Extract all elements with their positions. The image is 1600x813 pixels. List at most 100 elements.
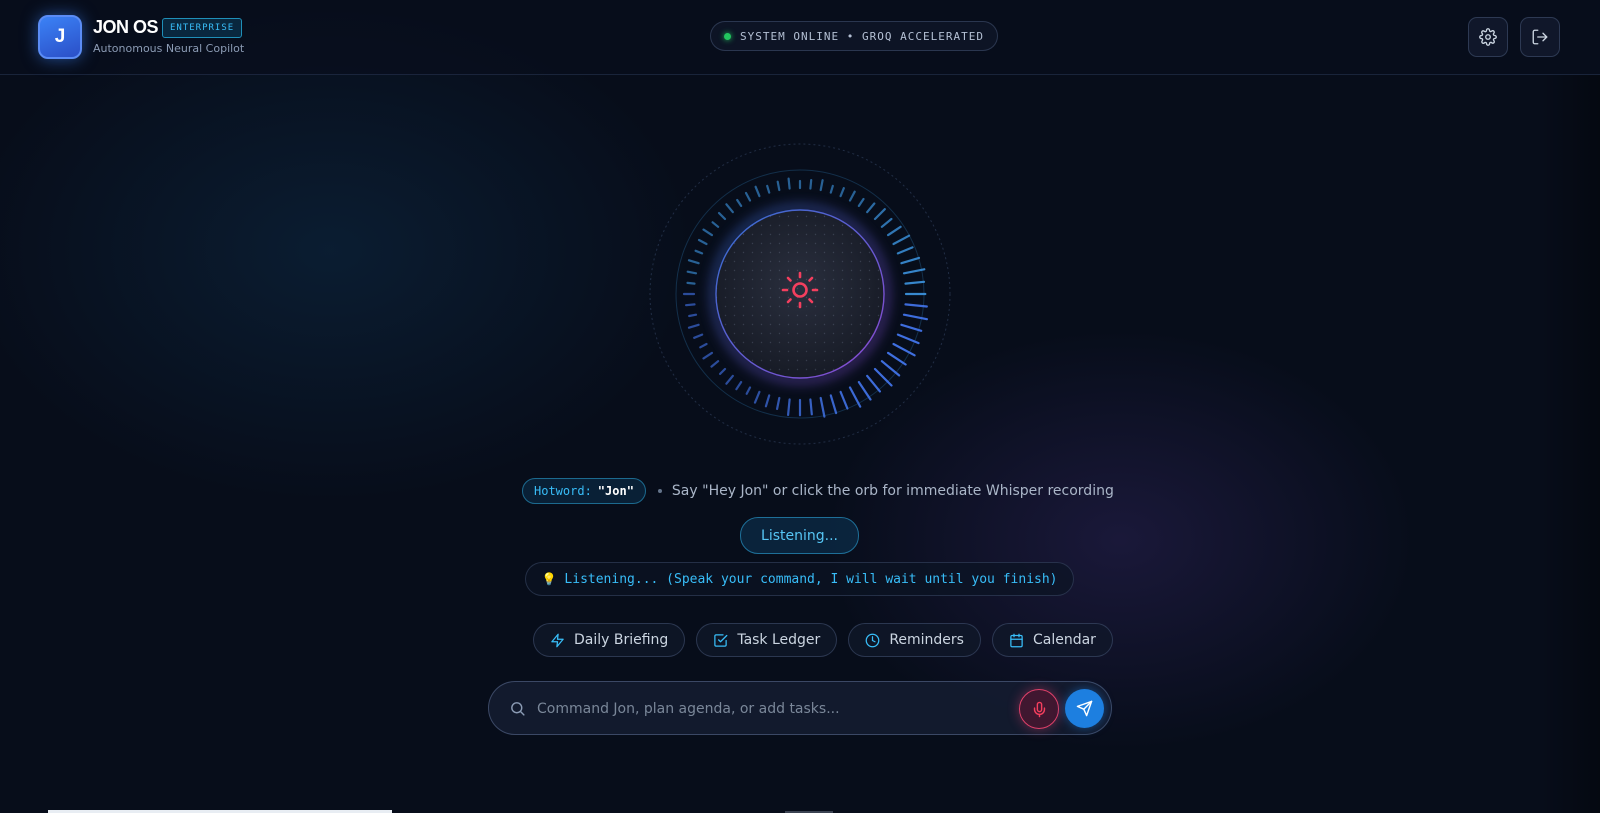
orb-tick xyxy=(829,184,834,194)
orb-tick xyxy=(873,367,893,387)
orb-tick xyxy=(819,179,824,192)
orb-tick xyxy=(744,191,752,202)
orb-tick xyxy=(880,217,893,228)
orb-tick xyxy=(839,187,845,198)
lightbulb-icon: 💡 xyxy=(541,572,557,586)
command-bar xyxy=(488,681,1112,735)
orb-tick xyxy=(887,351,907,366)
orb-tick xyxy=(896,246,914,255)
orb-tick xyxy=(725,374,734,385)
app-logo: J xyxy=(38,15,82,59)
checkbox-icon xyxy=(714,633,728,647)
search-icon xyxy=(511,702,525,716)
orb-tick xyxy=(900,256,921,265)
quick-actions: Daily Briefing Task Ledger Reminders Cal… xyxy=(533,623,1113,657)
orb-tick xyxy=(699,342,708,349)
action-label: Daily Briefing xyxy=(574,632,669,648)
orb-tick xyxy=(697,238,708,246)
orb-tick xyxy=(693,333,704,339)
orb-tick xyxy=(809,398,813,416)
orb-tick xyxy=(687,259,700,265)
status-text: SYSTEM ONLINE • GROQ ACCELERATED xyxy=(740,29,984,43)
hotword-chip: Hotword: "Jon" xyxy=(522,478,646,504)
orb-tick xyxy=(819,396,826,418)
orb-tick xyxy=(866,202,876,214)
clock-icon xyxy=(865,633,880,647)
orb-tick xyxy=(766,184,771,194)
orb-tick xyxy=(718,367,727,375)
orb-tick xyxy=(702,351,714,360)
orb-tick xyxy=(900,323,923,332)
orb-tick xyxy=(764,394,771,408)
listening-button[interactable]: Listening... xyxy=(740,517,859,554)
logout-icon xyxy=(1532,29,1548,45)
microphone-button[interactable] xyxy=(1019,689,1059,729)
send-icon xyxy=(1076,700,1093,717)
action-label: Task Ledger xyxy=(737,632,821,648)
orb-tick xyxy=(857,197,865,208)
orb-tick xyxy=(735,381,743,391)
orb-tick xyxy=(753,390,761,404)
orb-tick xyxy=(686,281,696,285)
settings-button[interactable] xyxy=(1468,17,1508,57)
transcript-text: Listening... (Speak your command, I will… xyxy=(564,571,1058,587)
calendar-icon xyxy=(1010,633,1023,647)
send-button[interactable] xyxy=(1065,689,1104,728)
orb-tick xyxy=(776,396,781,410)
orb-tick xyxy=(736,198,743,208)
orb-tick xyxy=(809,178,813,190)
orb-tick xyxy=(710,360,720,368)
orb-tick xyxy=(694,249,704,255)
orb-tick xyxy=(902,268,926,275)
daily-briefing-button[interactable]: Daily Briefing xyxy=(533,623,686,657)
logout-button[interactable] xyxy=(1520,17,1560,57)
background-shade xyxy=(1540,75,1600,813)
orb-visualizer[interactable] xyxy=(640,140,960,460)
orb-tick xyxy=(776,180,781,192)
system-status: SYSTEM ONLINE • GROQ ACCELERATED xyxy=(710,21,998,51)
app-subtitle: Autonomous Neural Copilot xyxy=(93,42,245,55)
task-ledger-button[interactable]: Task Ledger xyxy=(696,623,838,657)
orb-tick xyxy=(904,280,926,285)
hotword-value: "Jon" xyxy=(597,484,634,498)
orb-tick xyxy=(684,303,696,307)
orb-tick xyxy=(887,225,902,237)
orb-tick xyxy=(754,185,761,198)
orb-tick xyxy=(866,374,881,393)
orb-tick xyxy=(745,386,752,395)
orb-tick xyxy=(725,203,734,214)
orb-tick xyxy=(829,394,838,415)
command-input[interactable] xyxy=(537,694,997,724)
hotword-label: Hotword: xyxy=(534,484,592,498)
orb-tick xyxy=(880,360,901,377)
orb-tick xyxy=(892,342,916,357)
orb-tick xyxy=(711,221,720,228)
reminders-button[interactable]: Reminders xyxy=(848,623,981,657)
orb-tick xyxy=(717,211,727,221)
orb-tick xyxy=(702,228,714,237)
hotword-row: Hotword: "Jon" Say "Hey Jon" or click th… xyxy=(522,478,1114,504)
orb-tick xyxy=(688,313,698,318)
orb-tick xyxy=(873,208,886,221)
orb-tick xyxy=(848,190,856,202)
transcript-bar: 💡 Listening... (Speak your command, I wi… xyxy=(525,562,1074,596)
orb-tick xyxy=(892,234,911,246)
orb-tick xyxy=(839,390,849,410)
microphone-icon xyxy=(1033,701,1045,717)
orb-tick xyxy=(787,177,791,190)
hotword-hint: Say "Hey Jon" or click the orb for immed… xyxy=(671,483,1114,499)
orb-tick xyxy=(857,381,872,401)
separator-dot xyxy=(657,489,662,493)
top-bar: J JON OS ENTERPRISE Autonomous Neural Co… xyxy=(0,0,1600,75)
gear-icon xyxy=(1479,28,1497,46)
orb-tick xyxy=(686,270,698,275)
action-label: Calendar xyxy=(1032,632,1096,648)
calendar-button[interactable]: Calendar xyxy=(991,623,1113,657)
orb-tick xyxy=(902,313,928,321)
status-indicator-dot xyxy=(724,32,732,40)
orb-tick xyxy=(848,386,862,408)
app-title: JON OS xyxy=(93,17,159,37)
edition-badge: ENTERPRISE xyxy=(162,18,243,38)
voice-orb[interactable] xyxy=(640,140,960,460)
lightning-icon xyxy=(551,633,564,647)
